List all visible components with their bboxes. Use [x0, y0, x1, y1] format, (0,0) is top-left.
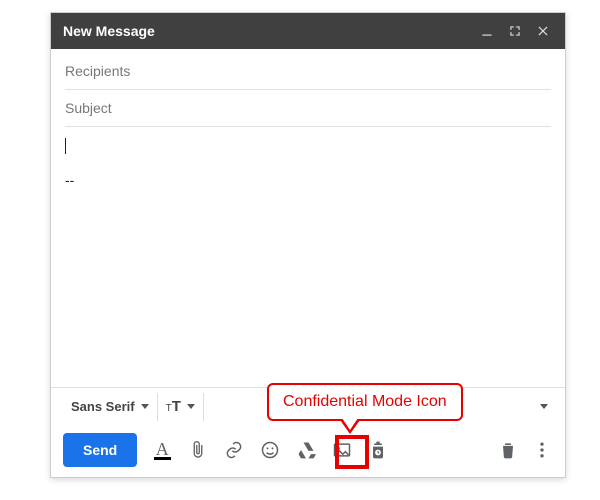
- confidential-mode-icon: [368, 440, 388, 460]
- font-size-selector[interactable]: T T: [158, 393, 204, 421]
- more-vert-icon: [532, 440, 552, 460]
- text-format-button[interactable]: A: [151, 439, 173, 461]
- link-icon: [224, 440, 244, 460]
- minimize-button[interactable]: [477, 21, 497, 41]
- annotation-callout-tail: [340, 420, 360, 434]
- recipients-field[interactable]: Recipients: [65, 53, 551, 90]
- insert-drive-button[interactable]: [295, 439, 317, 461]
- titlebar: New Message: [51, 13, 565, 49]
- size-large-t-icon: T: [172, 398, 181, 415]
- paperclip-icon: [188, 440, 208, 460]
- annotation-callout: Confidential Mode Icon: [267, 383, 463, 421]
- drive-icon: [296, 440, 316, 460]
- send-button[interactable]: Send: [63, 433, 137, 467]
- close-icon: [536, 24, 550, 38]
- font-family-selector[interactable]: Sans Serif: [63, 393, 158, 421]
- more-formatting-button[interactable]: [529, 395, 553, 419]
- discard-draft-button[interactable]: [497, 439, 519, 461]
- title-text: New Message: [63, 23, 155, 39]
- chevron-down-icon: [141, 404, 149, 409]
- close-button[interactable]: [533, 21, 553, 41]
- insert-emoji-button[interactable]: [259, 439, 281, 461]
- subject-field[interactable]: Subject: [65, 90, 551, 127]
- text-format-icon: A: [154, 441, 171, 460]
- font-name-label: Sans Serif: [71, 399, 135, 414]
- signature-separator: --: [65, 172, 551, 188]
- insert-link-button[interactable]: [223, 439, 245, 461]
- more-options-button[interactable]: [531, 439, 553, 461]
- message-body[interactable]: --: [51, 127, 565, 387]
- annotation-label: Confidential Mode Icon: [283, 393, 447, 410]
- image-icon: [332, 440, 352, 460]
- chevron-down-icon: [187, 404, 195, 409]
- insert-photo-button[interactable]: [331, 439, 353, 461]
- attach-file-button[interactable]: [187, 439, 209, 461]
- action-toolbar: Send A: [51, 425, 565, 477]
- emoji-icon: [260, 440, 280, 460]
- header-fields: Recipients Subject: [51, 49, 565, 127]
- size-small-t-icon: T: [166, 403, 172, 414]
- trash-icon: [498, 440, 518, 460]
- confidential-mode-button[interactable]: [367, 439, 389, 461]
- chevron-down-icon: [540, 404, 548, 409]
- body-cursor: [65, 137, 551, 154]
- fullscreen-button[interactable]: [505, 21, 525, 41]
- minimize-icon: [480, 24, 494, 38]
- expand-icon: [508, 24, 522, 38]
